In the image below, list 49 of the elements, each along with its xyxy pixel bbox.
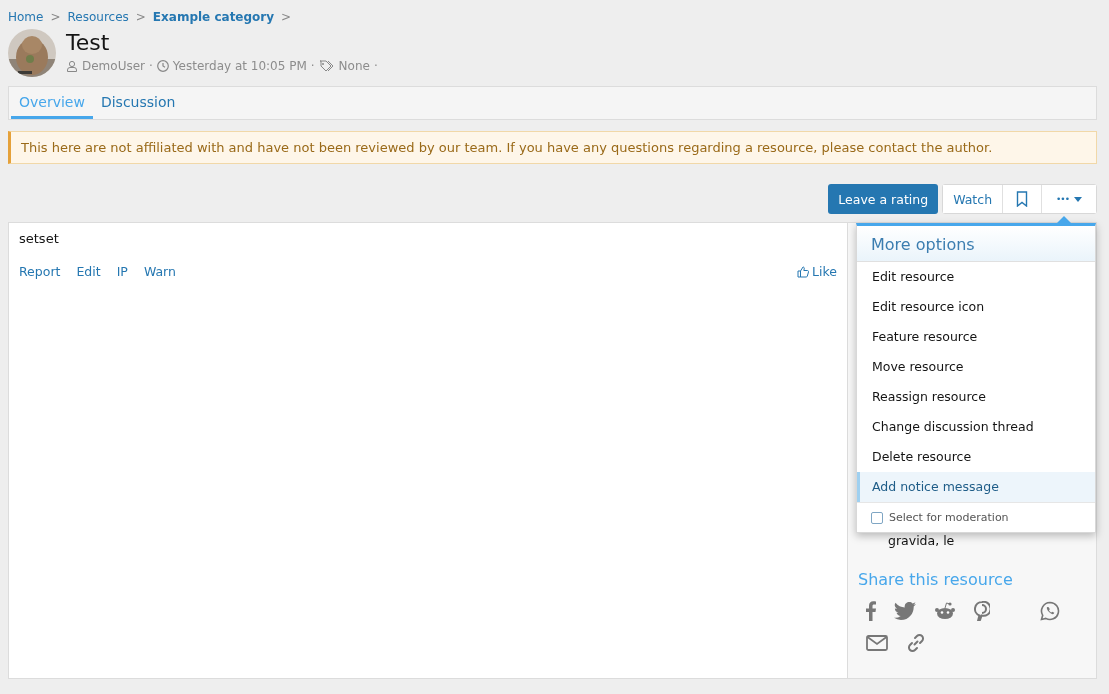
menu-item[interactable]: Move resource bbox=[857, 352, 1095, 382]
breadcrumb-separator: > bbox=[135, 10, 146, 24]
menu-item[interactable]: Change discussion thread bbox=[857, 412, 1095, 442]
menu-item[interactable]: Edit resource icon bbox=[857, 292, 1095, 322]
post-action-link[interactable]: Report bbox=[19, 264, 61, 279]
breadcrumb-link[interactable]: Example category bbox=[152, 10, 275, 24]
facebook-icon[interactable] bbox=[866, 601, 876, 621]
author-link[interactable]: DemoUser bbox=[82, 59, 145, 73]
tab[interactable]: Discussion bbox=[92, 87, 184, 119]
more-options-button[interactable]: ••• bbox=[1041, 185, 1096, 213]
tag-icon bbox=[318, 60, 335, 72]
bookmark-icon bbox=[1016, 191, 1029, 207]
breadcrumb-link[interactable]: Resources bbox=[67, 10, 129, 24]
resource-title: Test bbox=[66, 29, 111, 57]
meta-separator: · bbox=[373, 59, 378, 73]
post-time: Yesterday at 10:05 PM bbox=[172, 59, 307, 73]
meta-separator: · bbox=[149, 59, 153, 73]
thumbs-up-icon bbox=[797, 265, 810, 278]
menu-item[interactable]: Reassign resource bbox=[857, 382, 1095, 412]
menu-title: More options bbox=[857, 226, 1095, 262]
link-icon[interactable] bbox=[906, 633, 926, 653]
breadcrumb-link[interactable]: Home bbox=[8, 10, 44, 24]
pin-icon[interactable] bbox=[974, 601, 990, 621]
checkbox-label: Select for moderation bbox=[889, 511, 1009, 524]
menu-item[interactable]: Edit resource bbox=[857, 262, 1095, 292]
share-heading: Share this resource bbox=[858, 570, 1014, 589]
breadcrumb-separator: > bbox=[281, 10, 292, 24]
post-action-link[interactable]: IP bbox=[116, 264, 128, 279]
post-action-link[interactable]: Edit bbox=[76, 264, 101, 279]
twitter-icon[interactable] bbox=[894, 602, 916, 620]
leave-rating-button[interactable]: Leave a rating bbox=[828, 184, 939, 214]
breadcrumb-separator: > bbox=[50, 10, 61, 24]
meta-separator: · bbox=[310, 59, 315, 73]
email-icon[interactable] bbox=[866, 635, 888, 651]
post-body: setset bbox=[19, 231, 60, 246]
menu-item[interactable]: Add notice message bbox=[857, 472, 1095, 502]
caret-icon bbox=[1074, 196, 1082, 202]
post-action-link[interactable]: Warn bbox=[143, 264, 176, 279]
clock-icon bbox=[156, 60, 169, 72]
notice-banner: This here are not affiliated with and have not been reviewed by our team. If you have any questions regarding a resource, please contact the author. bbox=[8, 131, 1097, 164]
checkbox[interactable] bbox=[871, 511, 883, 524]
phone-bubble-icon[interactable] bbox=[1040, 601, 1060, 621]
alien-icon[interactable] bbox=[934, 602, 956, 620]
user-icon bbox=[66, 60, 78, 72]
like-link[interactable]: Like bbox=[797, 264, 837, 279]
menu-item[interactable]: Feature resource bbox=[857, 322, 1095, 352]
description-text: gravida, le bbox=[887, 533, 956, 548]
tags-value: None bbox=[338, 59, 370, 73]
menu-item[interactable]: Delete resource bbox=[857, 442, 1095, 472]
